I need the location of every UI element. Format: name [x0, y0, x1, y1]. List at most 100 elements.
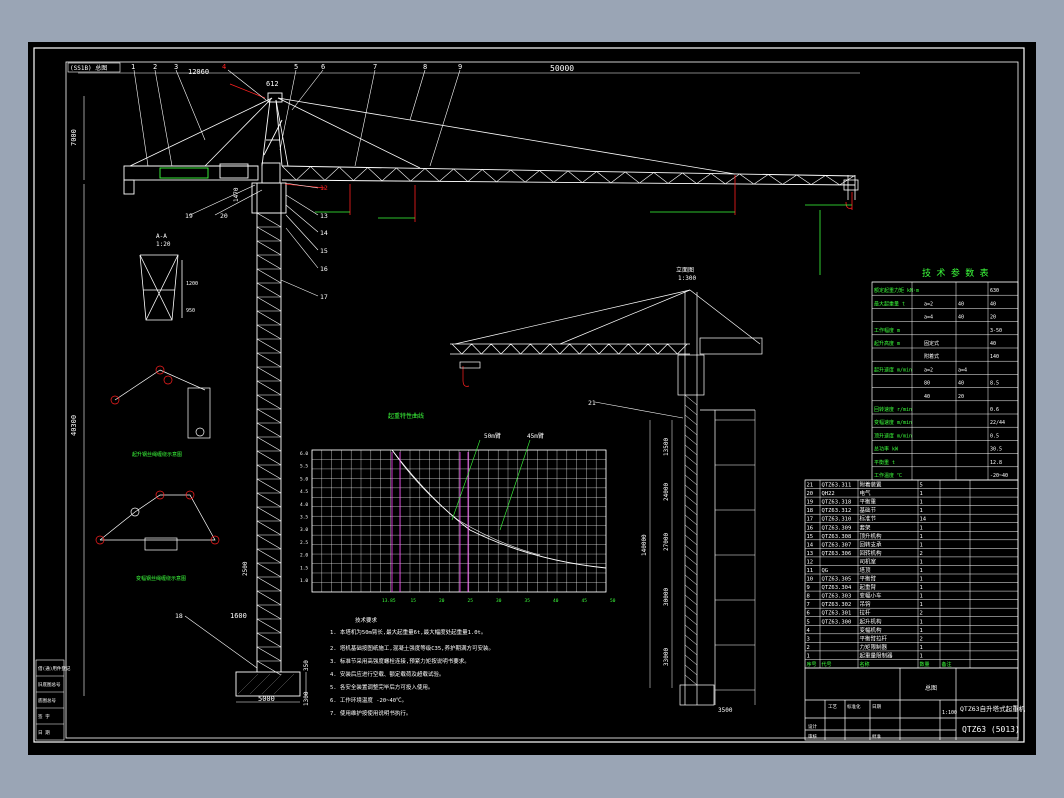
chart-y-tick: 4.0 — [300, 502, 308, 508]
parts-cell: 1 — [920, 645, 923, 651]
parts-cell: 1 — [920, 585, 923, 591]
spec-cell: 0.5 — [990, 433, 999, 439]
spec-cell: 140 — [990, 354, 999, 360]
parts-cell: QTZ63.303 — [822, 594, 852, 600]
chart-y-tick: 5.0 — [300, 476, 308, 482]
parts-cell: 5 — [920, 483, 923, 489]
dim-foundation-h1: 1300 — [303, 691, 310, 706]
spec-cell: 顶升速度 m/min — [874, 432, 912, 439]
chart-y-tick: 1.0 — [300, 578, 308, 584]
notes-title: 技术要求 — [355, 616, 378, 624]
callout-5: 5 — [294, 63, 298, 71]
parts-cell: 18 — [807, 508, 814, 514]
spec-cell: 工作温度 ℃ — [874, 472, 902, 479]
trolley-reeving-label: 变幅钢丝绳缠绕示意图 — [136, 575, 186, 582]
elevation-scale: 1:300 — [678, 275, 696, 282]
spec-cell: 平衡重 t — [874, 459, 895, 466]
parts-header-cell: 数量 — [920, 661, 930, 668]
chart-y-tick: 4.5 — [300, 489, 308, 495]
parts-cell: 1 — [920, 525, 923, 531]
parts-cell: 8 — [807, 594, 810, 600]
parts-cell: 1 — [920, 534, 923, 540]
spec-cell: 30.5 — [990, 447, 1002, 453]
parts-cell: 11 — [807, 568, 814, 574]
chart-x-tick: 30 — [496, 598, 502, 604]
dim-tower-height: 40300 — [70, 415, 78, 436]
spec-cell: 起升速度 m/min — [874, 366, 912, 373]
callout-3: 3 — [174, 63, 178, 71]
parts-cell: 2 — [807, 645, 810, 651]
dim-jib-length: 50000 — [550, 64, 574, 73]
parts-cell: QTZ63.302 — [822, 602, 852, 608]
parts-cell: 回转支承 — [860, 540, 883, 548]
load-chart-title: 起重特性曲线 — [388, 412, 424, 420]
margin-label-1: 借(通)用件登记 — [38, 665, 71, 672]
callout-1: 1 — [131, 63, 135, 71]
parts-cell: 3 — [807, 636, 810, 642]
parts-cell: QH22 — [822, 491, 835, 497]
parts-cell: 拉杆 — [860, 609, 872, 617]
margin-label-5: 日 期 — [38, 730, 50, 736]
parts-cell: QTZ63.304 — [822, 585, 852, 591]
parts-cell: 1 — [807, 653, 810, 659]
chart-y-tick: 3.5 — [300, 515, 308, 521]
spec-cell: 额定起重力矩 kN·m — [874, 287, 919, 294]
parts-cell: 21 — [807, 483, 814, 489]
dim-612: 612 — [266, 80, 279, 88]
note-6: 6. 工作环境温度 -20~40℃。 — [330, 696, 407, 704]
parts-cell: 电气 — [860, 489, 872, 497]
parts-cell: QG — [822, 568, 829, 574]
cad-drawing-canvas[interactable]: 借(通)用件登记 旧底图总号 底图总号 签 字 日 期 (SS1B) 总图 50… — [0, 0, 1064, 798]
parts-cell: 19 — [807, 500, 814, 506]
chart-y-tick: 2.0 — [300, 553, 308, 559]
dim-2500: 2500 — [242, 561, 249, 576]
chart-y-tick: 6.0 — [300, 451, 308, 457]
callout-7: 7 — [373, 63, 377, 71]
parts-cell: QTZ63.310 — [822, 517, 852, 523]
parts-cell: 1 — [920, 500, 923, 506]
parts-cell: 14 — [807, 542, 814, 548]
spec-cell: 40 — [990, 341, 996, 347]
parts-cell: 1 — [920, 568, 923, 574]
elev-dim-base: 3500 — [718, 707, 733, 714]
elev-dim-total: 140000 — [641, 534, 648, 556]
parts-cell: 17 — [807, 517, 814, 523]
role-designer: 设计 — [808, 723, 817, 730]
parts-header-cell: 备注 — [942, 661, 952, 668]
spec-cell: 固定式 — [924, 340, 939, 347]
parts-cell: 基础节 — [860, 506, 877, 514]
spec-cell: 变幅速度 m/min — [874, 419, 912, 426]
curve-50m-label: 50m臂 — [484, 432, 501, 440]
elev-dim-24000: 24000 — [663, 483, 670, 501]
parts-cell: 2 — [920, 551, 923, 557]
callout-4: 4 — [222, 63, 226, 71]
spec-cell: a=4 — [924, 315, 933, 321]
detail-a-scale: 1:20 — [156, 241, 171, 248]
scale-label: 1:100 — [942, 710, 957, 716]
chart-x-tick: 20 — [439, 598, 445, 604]
parts-cell: 吊钩 — [860, 600, 872, 608]
chart-y-tick: 1.5 — [300, 565, 308, 571]
spec-cell: 22/44 — [990, 420, 1005, 426]
callout-16: 16 — [320, 265, 328, 273]
parts-cell: QTZ63.306 — [822, 551, 852, 557]
spec-cell: 回转速度 r/min — [874, 406, 912, 413]
parts-cell: 司机室 — [860, 557, 877, 565]
chart-y-tick: 2.5 — [300, 540, 308, 546]
parts-cell: 标准节 — [860, 515, 877, 523]
parts-cell: 力矩限制器 — [860, 643, 888, 651]
parts-cell: 塔顶 — [860, 566, 872, 574]
parts-cell: 9 — [807, 585, 810, 591]
parts-cell: 平衡臂拉杆 — [860, 634, 888, 642]
role-approver: 批准 — [872, 733, 881, 740]
callout-13: 13 — [320, 212, 328, 220]
parts-cell: 1 — [920, 619, 923, 625]
parts-cell: 平衡臂 — [860, 575, 877, 583]
parts-cell: 20 — [807, 491, 814, 497]
note-1: 1. 本塔机为50m臂长,最大起重量6t,最大幅度处起重量1.0t。 — [330, 628, 486, 636]
elev-dim-13500: 13500 — [663, 438, 670, 456]
callout-9: 9 — [458, 63, 462, 71]
parts-cell: 10 — [807, 577, 814, 583]
callout-6: 6 — [321, 63, 325, 71]
parts-header-cell: 序号 — [807, 661, 817, 668]
